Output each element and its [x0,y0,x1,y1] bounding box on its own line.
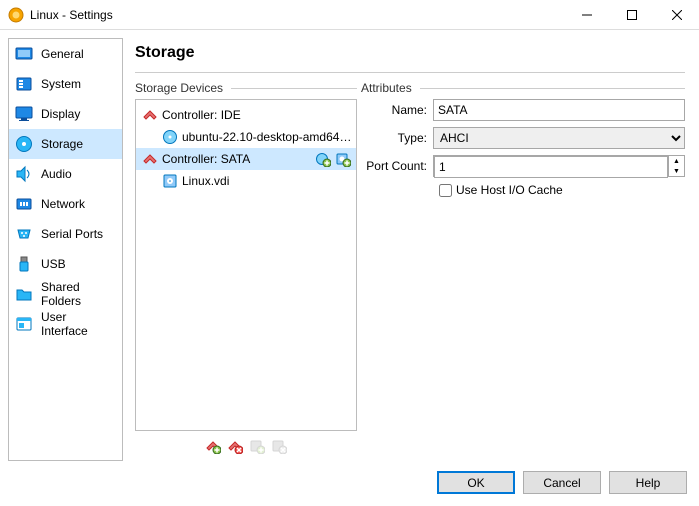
display-icon [15,105,33,123]
sidebar-item-user-interface[interactable]: User Interface [9,309,122,339]
minimize-button[interactable] [564,0,609,29]
system-icon [15,75,33,93]
disc-icon [162,129,178,145]
add-optical-button[interactable] [314,150,332,168]
ok-button[interactable]: OK [437,471,515,494]
attributes-panel: Attributes Name: Type: AHCI Port Count: … [361,81,685,461]
disk-linux-row[interactable]: Linux.vdi [136,170,356,192]
storage-devices-panel: Storage Devices Controller: IDE ubuntu-2… [135,81,357,461]
tree-label: Controller: IDE [162,108,352,122]
controller-sata-row[interactable]: Controller: SATA [136,148,356,170]
storage-toolbar [135,431,357,461]
disk-ubuntu-row[interactable]: ubuntu-22.10-desktop-amd64.i... [136,126,356,148]
harddisk-icon [162,173,178,189]
add-controller-button[interactable] [204,437,222,455]
type-select[interactable]: AHCI [433,127,685,149]
tree-label: Controller: SATA [162,152,312,166]
client-area: General System Display Storage Audio Net… [0,30,699,461]
sidebar-item-label: General [41,47,84,61]
sidebar-item-system[interactable]: System [9,69,122,99]
add-harddisk-button[interactable] [334,150,352,168]
general-icon [15,45,33,63]
settings-sidebar: General System Display Storage Audio Net… [8,38,123,461]
help-button[interactable]: Help [609,471,687,494]
controller-icon [142,151,158,167]
sidebar-item-display[interactable]: Display [9,99,122,129]
storage-tree[interactable]: Controller: IDE ubuntu-22.10-desktop-amd… [135,99,357,431]
controller-icon [142,107,158,123]
close-button[interactable] [654,0,699,29]
network-icon [15,195,33,213]
type-label: Type: [361,131,433,145]
sidebar-item-usb[interactable]: USB [9,249,122,279]
sidebar-item-network[interactable]: Network [9,189,122,219]
cancel-button[interactable]: Cancel [523,471,601,494]
usb-icon [15,255,33,273]
remove-attachment-button [270,437,288,455]
sidebar-item-label: Audio [41,167,72,181]
window-title: Linux - Settings [30,8,564,22]
sidebar-item-audio[interactable]: Audio [9,159,122,189]
attributes-label: Attributes [361,81,685,95]
titlebar: Linux - Settings [0,0,699,30]
ui-icon [15,315,33,333]
sidebar-item-label: USB [41,257,66,271]
page-title: Storage [135,40,685,73]
name-label: Name: [361,103,433,117]
settings-page: Storage Storage Devices Controller: IDE … [125,38,691,461]
spinner-buttons[interactable]: ▲▼ [668,156,684,176]
sidebar-item-general[interactable]: General [9,39,122,69]
port-count-spinner[interactable]: ▲▼ [433,155,685,177]
remove-controller-button[interactable] [226,437,244,455]
add-attachment-button [248,437,266,455]
sidebar-item-label: System [41,77,81,91]
audio-icon [15,165,33,183]
serial-icon [15,225,33,243]
folder-icon [15,285,33,303]
sidebar-item-label: Network [41,197,85,211]
host-io-cache-checkbox[interactable] [439,184,452,197]
sidebar-item-storage[interactable]: Storage [9,129,122,159]
tree-label: Linux.vdi [182,174,352,188]
sidebar-item-label: User Interface [41,310,116,338]
sidebar-item-shared-folders[interactable]: Shared Folders [9,279,122,309]
port-count-input[interactable] [434,156,668,178]
sidebar-item-serial-ports[interactable]: Serial Ports [9,219,122,249]
host-io-cache-label: Use Host I/O Cache [456,183,563,197]
storage-devices-label: Storage Devices [135,81,357,95]
sidebar-item-label: Display [41,107,80,121]
sidebar-item-label: Shared Folders [41,280,116,308]
controller-ide-row[interactable]: Controller: IDE [136,104,356,126]
name-input[interactable] [433,99,685,121]
port-count-label: Port Count: [361,159,433,173]
sidebar-item-label: Serial Ports [41,227,103,241]
app-icon [8,7,24,23]
dialog-footer: OK Cancel Help [0,461,699,506]
maximize-button[interactable] [609,0,654,29]
tree-label: ubuntu-22.10-desktop-amd64.i... [182,130,352,144]
sidebar-item-label: Storage [41,137,83,151]
storage-icon [15,135,33,153]
